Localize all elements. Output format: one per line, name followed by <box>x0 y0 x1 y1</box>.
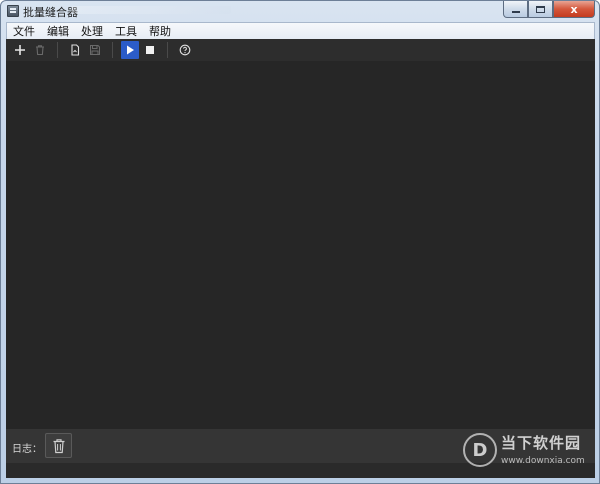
plus-icon <box>15 45 25 55</box>
delete-button[interactable] <box>31 41 49 59</box>
play-icon <box>127 45 134 55</box>
close-button[interactable]: x <box>553 1 595 18</box>
toolbar-separator <box>167 42 168 58</box>
help-icon <box>179 44 191 56</box>
stop-button[interactable] <box>141 41 159 59</box>
app-icon <box>7 5 19 17</box>
open-button[interactable] <box>66 41 84 59</box>
watermark: D 当下软件园 www.downxia.com <box>463 431 598 471</box>
watermark-logo: D <box>463 433 497 467</box>
menu-help[interactable]: 帮助 <box>143 23 177 39</box>
trash-icon <box>36 45 44 56</box>
menu-file[interactable]: 文件 <box>7 23 41 39</box>
window-title: 批量缝合器 <box>23 6 78 19</box>
minimize-button[interactable] <box>503 1 528 18</box>
toolbar-separator <box>112 42 113 58</box>
minimize-icon <box>511 10 520 13</box>
log-label: 日志： <box>12 444 42 455</box>
app-window: 批量缝合器 x 文件 编辑 处理 工具 帮助 日志： D 当下软件园 www.d… <box>0 0 600 484</box>
save-button[interactable] <box>86 41 104 59</box>
start-button[interactable] <box>121 41 139 59</box>
menu-process[interactable]: 处理 <box>75 23 109 39</box>
title-bar[interactable]: 批量缝合器 x <box>1 1 599 21</box>
title-bar-reflection <box>71 6 231 14</box>
trash-icon <box>53 438 64 453</box>
file-list-area[interactable] <box>6 61 595 429</box>
menu-edit[interactable]: 编辑 <box>41 23 75 39</box>
toolbar-separator <box>57 42 58 58</box>
save-icon <box>90 45 100 55</box>
caption-buttons: x <box>503 1 595 18</box>
watermark-name: 当下软件园 <box>501 434 582 452</box>
maximize-button[interactable] <box>528 1 553 18</box>
menu-bar: 文件 编辑 处理 工具 帮助 <box>6 22 595 39</box>
clear-log-button[interactable] <box>45 433 72 458</box>
watermark-url: www.downxia.com <box>501 456 585 466</box>
help-button[interactable] <box>176 41 194 59</box>
maximize-icon <box>536 5 545 13</box>
menu-tools[interactable]: 工具 <box>109 23 143 39</box>
add-button[interactable] <box>11 41 29 59</box>
toolbar <box>6 39 595 61</box>
stop-icon <box>146 46 154 54</box>
close-icon: x <box>570 2 578 16</box>
open-file-icon <box>71 44 80 56</box>
